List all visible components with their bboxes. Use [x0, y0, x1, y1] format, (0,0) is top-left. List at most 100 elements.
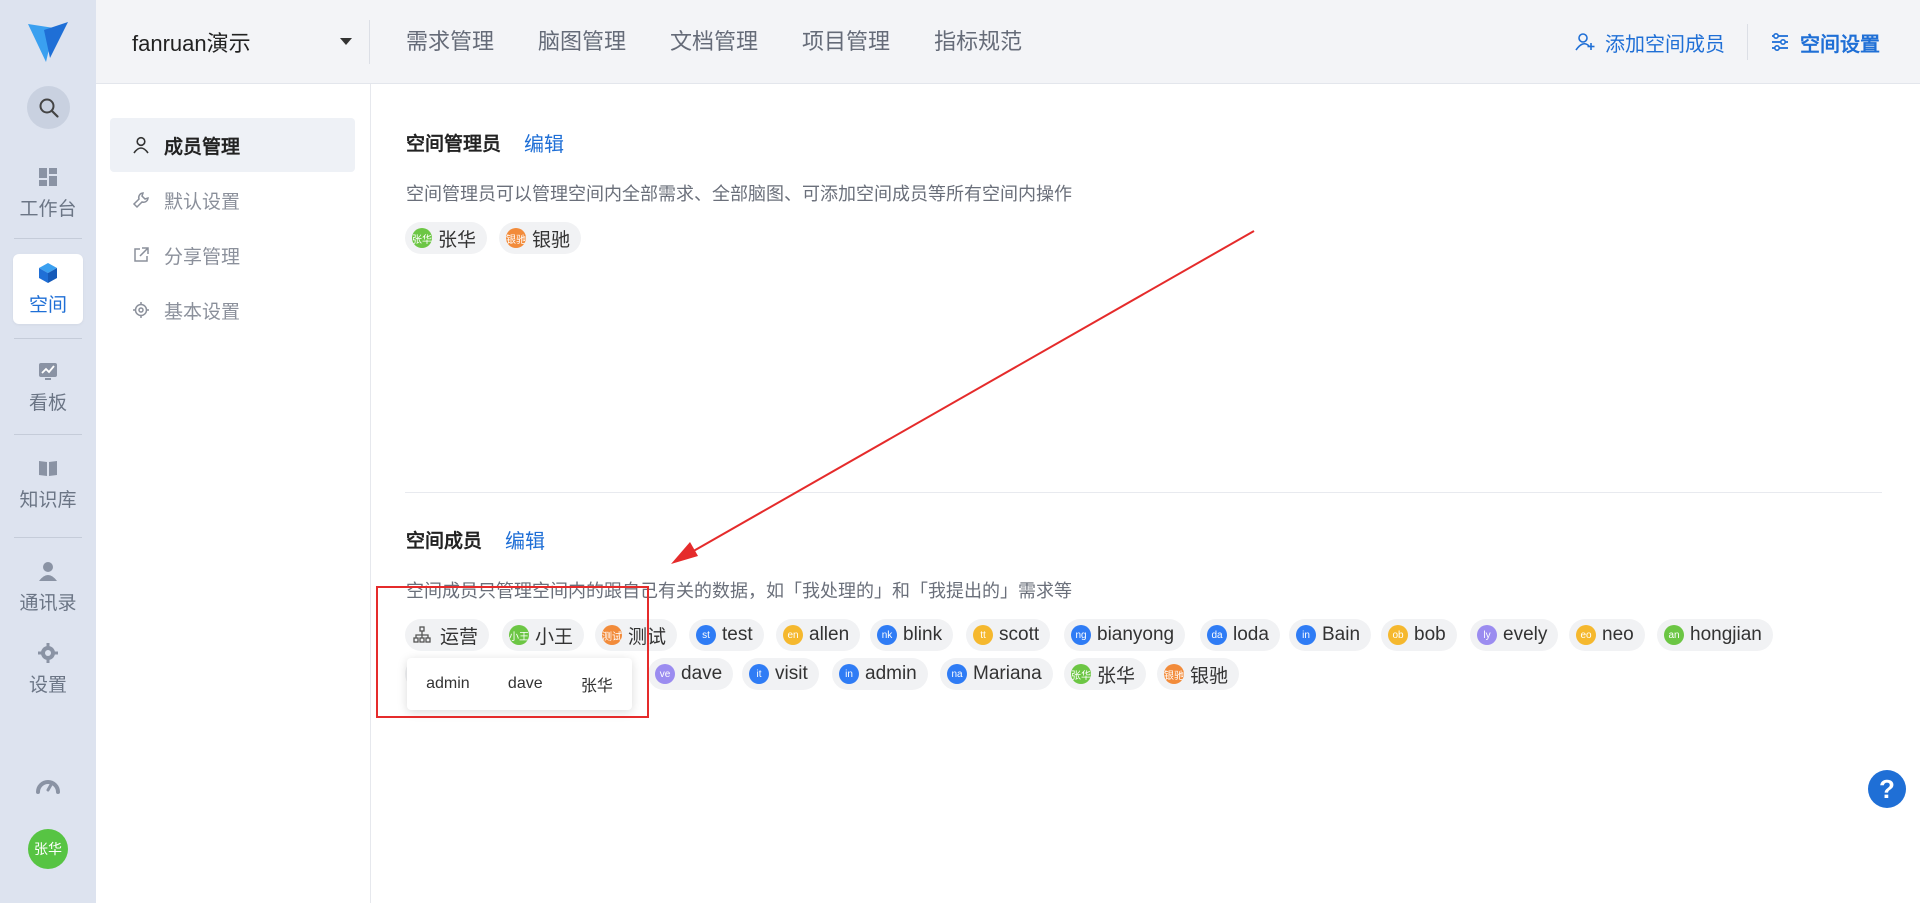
external-link-icon — [134, 247, 149, 262]
top-nav: 需求管理 脑图管理 文档管理 项目管理 指标规范 — [406, 24, 1066, 60]
add-member-button[interactable]: 添加空间成员 — [1575, 28, 1725, 57]
avatar: 张华 — [412, 228, 432, 248]
member-chip: ng bianyong — [1064, 619, 1186, 651]
contacts-icon — [39, 561, 57, 581]
rail-item-settings[interactable]: 设置 — [13, 634, 83, 704]
member-chip: an hongjian — [1657, 619, 1773, 651]
member-chip: 张华 张华 — [1064, 658, 1147, 690]
user-avatar[interactable]: 张华 — [28, 829, 68, 869]
chart-board-icon — [39, 362, 57, 380]
gear-icon — [133, 302, 149, 318]
rail-divider — [14, 434, 82, 435]
gear-icon — [38, 642, 58, 663]
nav-metrics[interactable]: 指标规范 — [934, 24, 1022, 60]
member-name: bob — [1414, 624, 1446, 645]
member-name: Bain — [1322, 624, 1361, 645]
add-member-label: 添加空间成员 — [1605, 33, 1725, 56]
member-name: 张华 — [1097, 665, 1136, 687]
member-name: 银驰 — [1190, 665, 1229, 687]
member-name: loda — [1233, 624, 1269, 645]
member-name: neo — [1602, 624, 1634, 645]
member-chip: en allen — [776, 619, 861, 651]
avatar: in — [839, 664, 859, 684]
member-chip: in Bain — [1289, 619, 1372, 651]
nav-documents[interactable]: 文档管理 — [670, 24, 758, 60]
avatar: tt — [973, 625, 993, 645]
rail-item-workbench[interactable]: 工作台 — [13, 158, 83, 228]
space-settings-button[interactable]: 空间设置 — [1770, 28, 1880, 57]
avatar: ve — [655, 664, 675, 684]
user-icon — [133, 136, 149, 154]
submenu-label: 分享管理 — [164, 246, 241, 268]
avatar: eo — [1576, 625, 1596, 645]
rail-item-space[interactable]: 空间 — [13, 254, 83, 324]
avatar: ng — [1071, 625, 1091, 645]
member-name: visit — [775, 663, 808, 684]
member-chip: eo neo — [1569, 619, 1645, 651]
edit-admins-link[interactable]: 编辑 — [524, 128, 564, 157]
member-name: evely — [1503, 624, 1548, 645]
book-icon — [39, 460, 57, 476]
search-icon — [39, 98, 59, 118]
settings-submenu: 成员管理 默认设置 分享管理 基本设置 — [96, 84, 371, 903]
top-actions: 添加空间成员 空间设置 — [1575, 24, 1880, 60]
admin-name: 银驰 — [532, 229, 571, 251]
admin-chip: 张华 张华 — [405, 222, 488, 254]
avatar: nk — [877, 625, 897, 645]
avatar: it — [749, 664, 769, 684]
member-name: blink — [903, 624, 943, 645]
submenu-basic-settings[interactable]: 基本设置 — [110, 283, 355, 337]
admin-name: 张华 — [438, 229, 477, 251]
avatar: da — [1207, 625, 1227, 645]
app-logo[interactable] — [24, 18, 72, 66]
rail-item-label: 设置 — [28, 674, 67, 696]
member-chip: it visit — [742, 658, 819, 690]
member-chip: tt scott — [966, 619, 1051, 651]
admin-chip: 银驰 银驰 — [499, 222, 582, 254]
submenu-member-management[interactable]: 成员管理 — [110, 118, 355, 172]
topbar-divider — [369, 20, 370, 64]
avatar: ly — [1477, 625, 1497, 645]
chevron-down-icon[interactable] — [340, 38, 352, 45]
section-divider — [405, 492, 1882, 493]
submenu-label: 成员管理 — [164, 136, 241, 158]
submenu-share-management[interactable]: 分享管理 — [110, 228, 355, 282]
nav-projects[interactable]: 项目管理 — [802, 24, 890, 60]
avatar: ob — [1388, 625, 1408, 645]
space-settings-label: 空间设置 — [1800, 33, 1880, 56]
avatar: na — [947, 664, 967, 684]
dashboard-icon — [39, 167, 57, 186]
member-chip: 银驰 银驰 — [1157, 658, 1240, 690]
member-name: dave — [681, 663, 723, 684]
member-chip: in admin — [832, 658, 928, 690]
member-chip: nk blink — [870, 619, 954, 651]
rail-item-board[interactable]: 看板 — [13, 352, 83, 422]
speed-gauge-icon[interactable] — [35, 774, 61, 800]
rail-divider — [14, 537, 82, 538]
global-search-button[interactable] — [27, 86, 70, 129]
help-button[interactable]: ? — [1868, 770, 1906, 808]
member-name: hongjian — [1690, 624, 1762, 645]
avatar: 张华 — [1071, 664, 1091, 684]
rail-item-contacts[interactable]: 通讯录 — [13, 552, 83, 622]
avatar: an — [1664, 625, 1684, 645]
rail-item-label: 工作台 — [19, 198, 77, 220]
nav-mindmap[interactable]: 脑图管理 — [538, 24, 626, 60]
wrench-icon — [132, 192, 149, 209]
annotation-highlight-box — [376, 586, 649, 718]
submenu-default-settings[interactable]: 默认设置 — [110, 173, 355, 227]
nav-requirements[interactable]: 需求管理 — [406, 24, 494, 60]
member-name: admin — [865, 663, 917, 684]
member-chip: ob bob — [1381, 619, 1457, 651]
rail-item-label: 空间 — [28, 294, 67, 316]
rail-item-knowledge[interactable]: 知识库 — [13, 449, 83, 519]
member-name: Mariana — [973, 663, 1042, 684]
edit-members-link[interactable]: 编辑 — [505, 525, 545, 554]
space-selector[interactable]: fanruan演示 — [132, 26, 352, 58]
action-divider — [1747, 24, 1748, 60]
member-name: allen — [809, 624, 850, 645]
avatar: in — [1296, 625, 1316, 645]
rail-item-label: 知识库 — [19, 489, 77, 511]
rail-item-label: 看板 — [28, 392, 67, 414]
sliders-icon — [1772, 32, 1788, 52]
